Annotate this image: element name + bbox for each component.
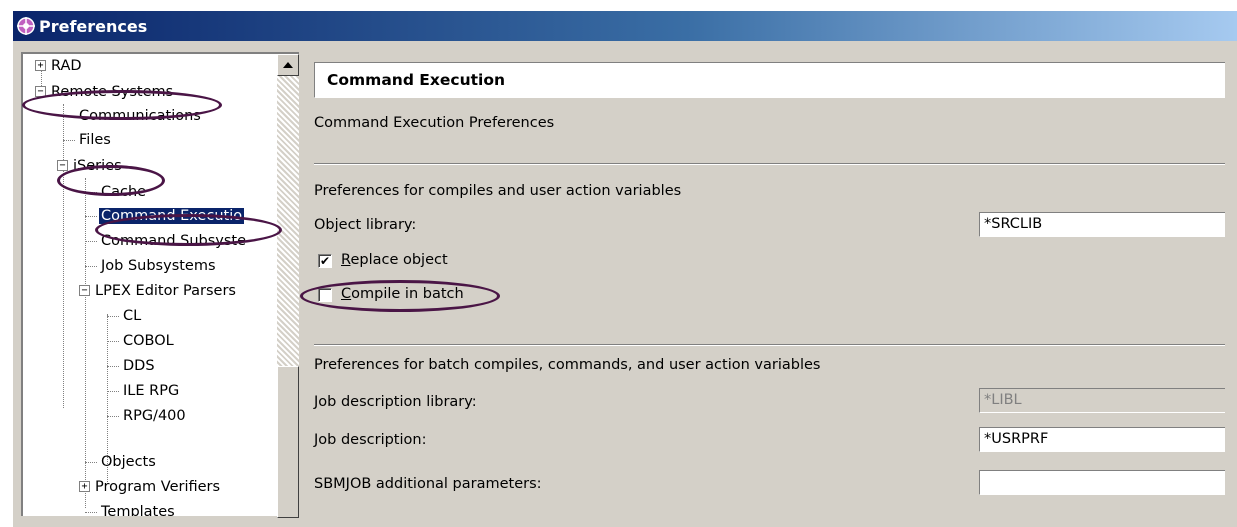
page-title: Command Execution	[314, 62, 1225, 98]
collapse-icon[interactable]: −	[35, 86, 46, 97]
preferences-tree[interactable]: + RAD − Remote Systems Communications Fi…	[21, 52, 299, 518]
job-description-field[interactable]: *USRPRF	[979, 427, 1225, 452]
tree-item-lpex-editor-parsers[interactable]: − LPEX Editor Parsers	[79, 279, 236, 303]
tree-item-label: Program Verifiers	[95, 479, 221, 495]
scroll-up-button[interactable]	[277, 54, 299, 76]
expand-icon[interactable]: +	[79, 481, 90, 492]
tree-connector	[107, 316, 119, 317]
separator	[314, 163, 1225, 165]
tree-item-program-verifiers[interactable]: + Program Verifiers	[79, 475, 220, 499]
tree-connector	[85, 266, 97, 267]
collapse-icon[interactable]: −	[57, 160, 68, 171]
expand-icon[interactable]: +	[35, 60, 46, 71]
tree-item-cobol[interactable]: COBOL	[101, 329, 174, 353]
tree-item-command-subsystems[interactable]: Command Subsyste	[79, 229, 246, 253]
tree-connector	[107, 341, 119, 342]
tree-item-communications[interactable]: Communications	[57, 104, 201, 128]
tree-item-job-subsystems[interactable]: Job Subsystems	[79, 254, 216, 278]
sbmjob-parameters-label: SBMJOB additional parameters:	[314, 476, 542, 492]
tree-item-rad[interactable]: + RAD	[35, 54, 82, 78]
tree-item-label: DDS	[123, 358, 155, 374]
tree-item-label: RAD	[51, 58, 82, 74]
tree-item-iseries[interactable]: − iSeries	[57, 154, 122, 178]
tree-item-cache[interactable]: Cache	[79, 180, 146, 204]
scroll-thumb[interactable]	[277, 366, 299, 518]
object-library-field[interactable]: *SRCLIB	[979, 212, 1225, 237]
tree-item-label: iSeries	[73, 158, 122, 174]
window-title: Preferences	[39, 16, 148, 36]
tree-connector	[85, 216, 97, 217]
tree-item-label: ILE RPG	[123, 383, 180, 399]
tree-connector	[85, 462, 97, 463]
tree-connector	[63, 140, 75, 141]
tree-connector	[85, 192, 97, 193]
tree-item-templates[interactable]: Templates	[79, 500, 175, 516]
tree-item-label: Command Executio	[99, 208, 245, 224]
tree-item-label: Objects	[101, 454, 156, 470]
replace-object-label[interactable]: Replace object	[341, 252, 448, 268]
tree-connector	[85, 241, 97, 242]
tree-item-label: Command Subsyste	[101, 233, 247, 249]
job-description-label: Job description:	[314, 432, 427, 448]
tree-connector	[63, 116, 75, 117]
title-bar[interactable]: Preferences	[13, 11, 1237, 41]
tree-item-cl[interactable]: CL	[101, 304, 141, 328]
tree-item-label: Cache	[101, 184, 147, 200]
replace-object-checkbox[interactable]: ✔	[318, 254, 332, 268]
tree-item-label: Remote Systems	[51, 84, 174, 100]
separator	[314, 344, 1225, 346]
tree-connector	[107, 391, 119, 392]
tree-item-rpg400[interactable]: RPG/400	[101, 404, 186, 428]
collapse-icon[interactable]: −	[79, 285, 90, 296]
tree-connector	[107, 366, 119, 367]
compile-in-batch-checkbox[interactable]	[318, 288, 332, 302]
batch-section-heading: Preferences for batch compiles, commands…	[314, 357, 821, 373]
job-description-library-label: Job description library:	[314, 394, 477, 410]
tree-item-command-execution[interactable]: Command Executio	[79, 204, 245, 228]
tree-item-label: CL	[123, 308, 142, 324]
tree-connector	[107, 416, 119, 417]
tree-scrollbar[interactable]	[277, 54, 299, 518]
label-rest: ompile in batch	[351, 286, 464, 302]
tree-content: + RAD − Remote Systems Communications Fi…	[23, 54, 277, 516]
tree-item-label: RPG/400	[123, 408, 186, 424]
tree-item-objects[interactable]: Objects	[79, 450, 156, 474]
tree-item-ile-rpg[interactable]: ILE RPG	[101, 379, 179, 403]
object-library-label: Object library:	[314, 217, 417, 233]
label-rest: eplace object	[350, 252, 448, 268]
tree-item-dds[interactable]: DDS	[101, 354, 155, 378]
compile-in-batch-label[interactable]: Compile in batch	[341, 286, 464, 302]
tree-item-label: Files	[79, 132, 111, 148]
tree-item-label: Communications	[79, 108, 201, 124]
tree-item-label: COBOL	[123, 333, 174, 349]
tree-item-label: Job Subsystems	[101, 258, 216, 274]
tree-connector	[85, 512, 97, 513]
page-description: Command Execution Preferences	[314, 115, 555, 131]
compile-section-heading: Preferences for compiles and user action…	[314, 183, 682, 199]
preferences-gear-icon	[17, 17, 35, 35]
tree-item-files[interactable]: Files	[57, 128, 111, 152]
tree-item-label: LPEX Editor Parsers	[95, 283, 236, 299]
tree-item-label: Templates	[101, 504, 175, 516]
job-description-library-field: *LIBL	[979, 388, 1225, 413]
up-arrow-icon	[283, 62, 293, 68]
tree-item-remote-systems[interactable]: − Remote Systems	[35, 80, 173, 104]
mnemonic: C	[341, 286, 352, 302]
sbmjob-parameters-field[interactable]	[979, 470, 1225, 495]
